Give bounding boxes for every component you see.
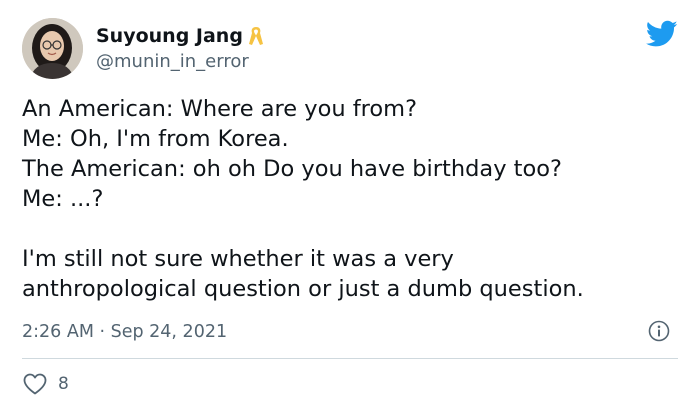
tweet-line: An American: Where are you from? [22,96,418,122]
tweet-timestamp[interactable]: 2:26 AM · Sep 24, 2021 [22,320,227,344]
tweet-card: Suyoung Jang @munin_in_error An American… [0,0,700,410]
author-handle[interactable]: @munin_in_error [96,51,249,73]
heart-icon [23,373,47,395]
tweet-line: The American: oh oh Do you have birthday… [22,156,562,182]
avatar[interactable] [22,18,83,79]
author-name-row[interactable]: Suyoung Jang [96,24,265,48]
awareness-ribbon-icon [247,25,265,47]
tweet-line: Me: Oh, I'm from Korea. [22,126,289,152]
tweet-line: I'm still not sure whether it was a very [22,246,454,272]
tweet-line: anthropological question or just a dumb … [22,276,584,302]
like-button[interactable]: 8 [22,372,69,396]
divider [22,358,678,359]
like-count: 8 [58,374,69,394]
info-icon[interactable] [648,320,670,342]
author-name[interactable]: Suyoung Jang [96,24,243,48]
tweet-line: Me: ...? [22,186,104,212]
twitter-bird-icon[interactable] [645,20,678,48]
tweet-text: An American: Where are you from? Me: Oh,… [22,94,682,304]
tweet-line-break [22,214,682,244]
